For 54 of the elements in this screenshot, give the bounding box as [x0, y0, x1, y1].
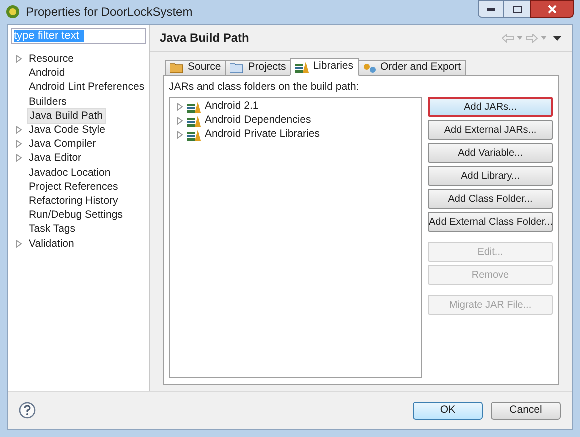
minimize-icon [487, 8, 495, 10]
expand-arrow-icon[interactable] [16, 55, 22, 64]
sidebar-item[interactable]: Java Editor [27, 151, 84, 166]
action-button[interactable]: Add JARs... [428, 97, 553, 117]
tab[interactable]: Projects [225, 60, 292, 76]
sidebar-item[interactable]: Task Tags [27, 222, 78, 236]
expand-arrow-icon[interactable] [177, 103, 183, 111]
library-icon [295, 62, 310, 72]
expand-arrow-icon[interactable] [16, 240, 22, 248]
sidebar-item[interactable]: Resource [27, 52, 76, 66]
sidebar-item[interactable]: Javadoc Location [27, 166, 113, 180]
sidebar-item[interactable]: Project References [27, 180, 120, 194]
library-icon [187, 116, 201, 126]
dialog-button[interactable]: Cancel [491, 402, 561, 420]
sidebar-item[interactable]: Java Build Path [27, 108, 106, 124]
sidebar-item[interactable]: Builders [27, 94, 69, 109]
tree-item[interactable]: Android 2.1 [205, 99, 259, 115]
forward-icon[interactable] [526, 34, 538, 42]
description-text: JARs and class folders on the build path: [169, 80, 360, 94]
sidebar-item[interactable]: Java Code Style [27, 123, 108, 138]
dialog-button[interactable]: OK [413, 402, 483, 420]
tab[interactable]: Source [165, 60, 226, 76]
library-icon [187, 130, 201, 140]
sidebar-item[interactable]: Java Compiler [27, 137, 98, 152]
action-button[interactable]: Add Variable... [428, 143, 553, 163]
tab[interactable]: Libraries [290, 58, 358, 76]
help-icon[interactable] [19, 402, 36, 419]
expand-arrow-icon[interactable] [177, 117, 183, 125]
back-icon[interactable] [502, 34, 514, 42]
action-button[interactable]: Add Class Folder... [428, 189, 553, 209]
action-button[interactable]: Add External JARs... [428, 120, 553, 140]
sidebar-item[interactable]: Validation [27, 236, 76, 251]
library-icon [187, 102, 201, 112]
window-title: Properties for DoorLockSystem [26, 4, 193, 21]
expand-arrow-icon[interactable] [177, 131, 183, 139]
action-button[interactable]: Add External Class Folder... [428, 212, 553, 232]
dropdown-icon[interactable] [541, 36, 547, 40]
close-button[interactable] [530, 0, 574, 18]
sidebar-item[interactable]: Run/Debug Settings [27, 208, 125, 222]
close-icon [548, 4, 556, 14]
sidebar-item[interactable]: Android [27, 66, 68, 80]
page-title: Java Build Path [160, 30, 250, 47]
sidebar-item[interactable]: Refactoring History [27, 194, 120, 208]
tab[interactable]: Order and Export [358, 60, 466, 76]
sidebar-item[interactable]: Android Lint Preferences [27, 80, 147, 94]
maximize-button[interactable] [504, 0, 530, 18]
app-icon [6, 5, 20, 19]
menu-icon[interactable] [553, 36, 562, 40]
action-button[interactable]: Add Library... [428, 166, 553, 186]
maximize-icon [512, 6, 522, 12]
tree-item[interactable]: Android Private Libraries [205, 127, 320, 143]
minimize-button[interactable] [478, 0, 504, 18]
tree-item[interactable]: Android Dependencies [205, 113, 312, 129]
dropdown-icon[interactable] [517, 36, 523, 40]
